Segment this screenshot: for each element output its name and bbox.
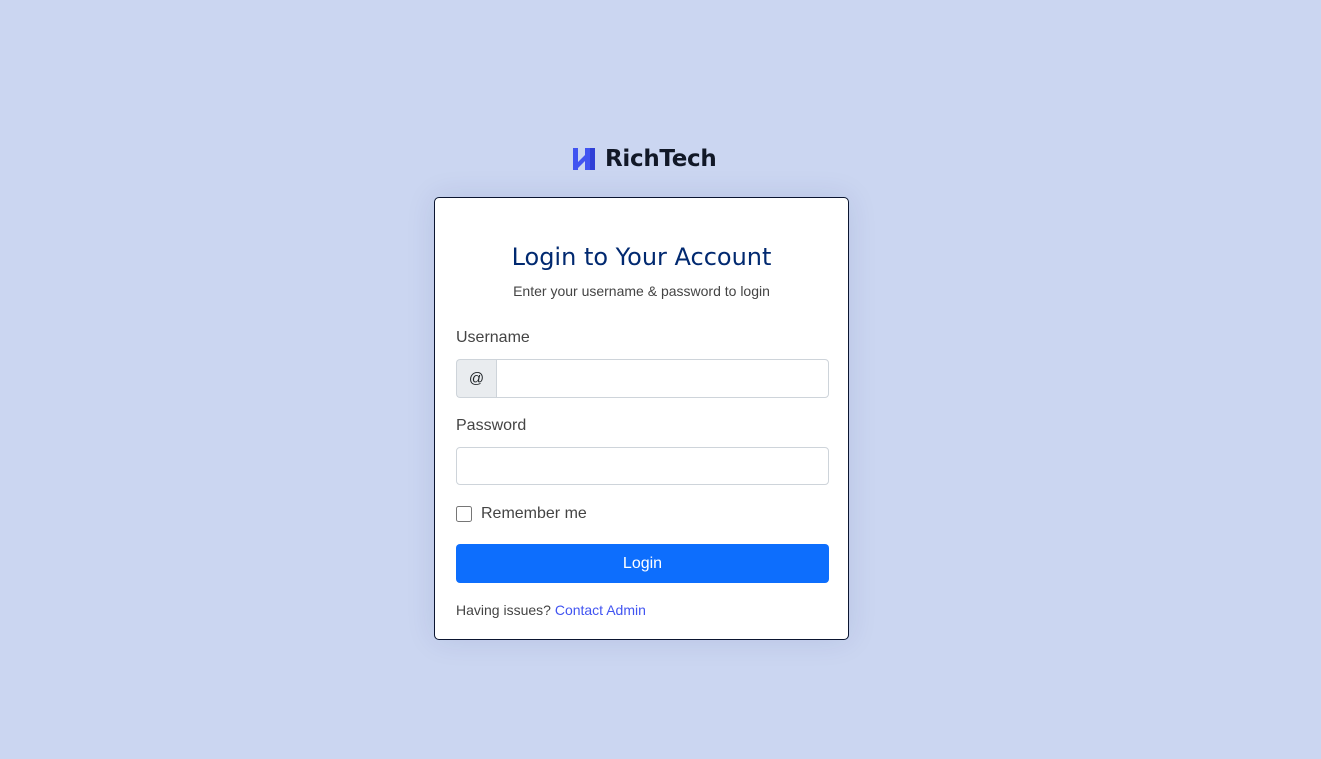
brand-logo-link[interactable]: RichTech <box>571 145 717 173</box>
at-sign-prefix: @ <box>456 359 496 398</box>
contact-admin-link[interactable]: Contact Admin <box>555 602 646 618</box>
login-title: Login to Your Account <box>511 243 772 271</box>
username-input[interactable] <box>496 359 829 398</box>
login-card: Login to Your Account Enter your usernam… <box>434 197 849 640</box>
remember-me-label[interactable]: Remember me <box>481 503 587 525</box>
remember-me-row[interactable]: Remember me <box>456 503 587 525</box>
remember-me-checkbox[interactable] <box>456 506 472 522</box>
brand-name: RichTech <box>605 146 717 172</box>
username-input-group: @ <box>456 359 829 398</box>
login-page: RichTech Login to Your Account Enter you… <box>0 0 1321 759</box>
issues-text: Having issues? <box>456 602 555 618</box>
richtech-logo-icon <box>573 148 595 170</box>
username-label: Username <box>456 329 530 346</box>
login-button[interactable]: Login <box>456 544 829 583</box>
password-input[interactable] <box>456 447 829 485</box>
help-text: Having issues? Contact Admin <box>456 600 646 620</box>
login-subtitle: Enter your username & password to login <box>513 283 770 299</box>
password-label: Password <box>456 417 527 434</box>
